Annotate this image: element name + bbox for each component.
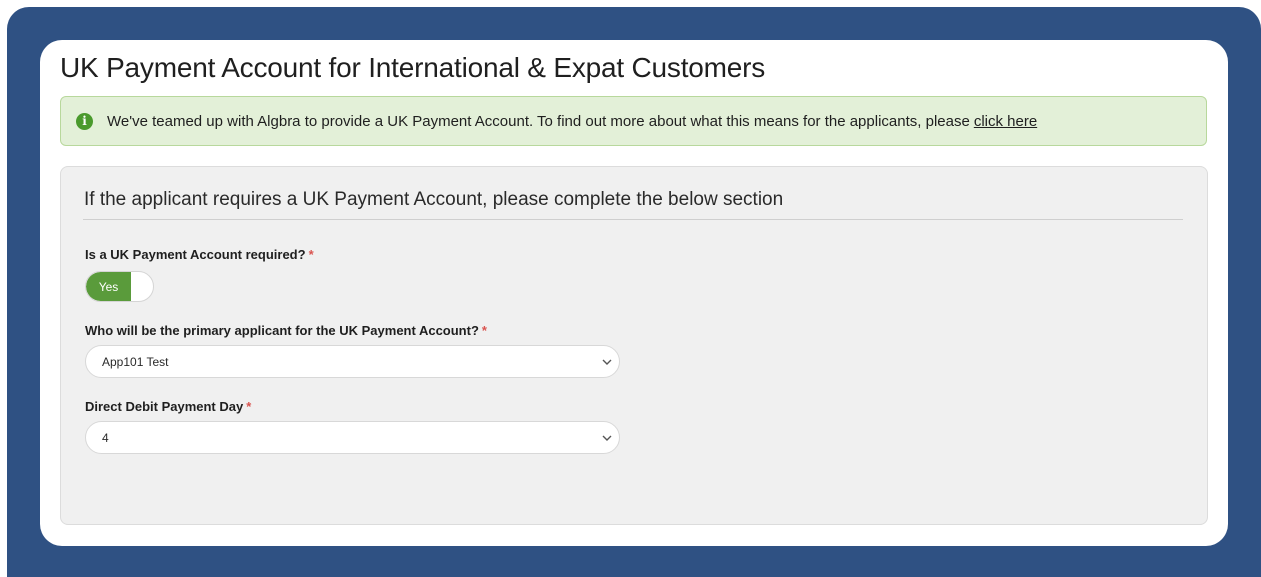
required-marker: * xyxy=(246,399,252,414)
account-required-label-text: Is a UK Payment Account required? xyxy=(85,247,306,262)
page-title: UK Payment Account for International & E… xyxy=(60,52,766,83)
payment-day-label-text: Direct Debit Payment Day xyxy=(85,399,244,414)
chevron-down-icon xyxy=(602,435,612,441)
primary-applicant-label: Who will be the primary applicant for th… xyxy=(85,323,487,338)
required-marker: * xyxy=(481,323,487,338)
click-here-link[interactable]: click here xyxy=(974,113,1037,130)
primary-applicant-value: App101 Test xyxy=(102,354,169,369)
panel-heading: If the applicant requires a UK Payment A… xyxy=(84,189,784,210)
info-notice: i We've teamed up with Algbra to provide… xyxy=(60,96,1207,146)
payment-day-label: Direct Debit Payment Day * xyxy=(85,399,251,414)
info-icon: i xyxy=(76,112,93,130)
account-required-toggle[interactable]: Yes xyxy=(85,271,154,302)
notice-text: We've teamed up with Algbra to provide a… xyxy=(107,112,970,130)
primary-applicant-label-text: Who will be the primary applicant for th… xyxy=(85,323,479,338)
payment-day-value: 4 xyxy=(102,430,109,445)
toggle-yes-label: Yes xyxy=(86,272,131,301)
account-required-label: Is a UK Payment Account required? * xyxy=(85,247,314,262)
primary-applicant-select[interactable]: App101 Test xyxy=(85,345,620,378)
panel-divider xyxy=(83,219,1183,220)
payment-account-panel: If the applicant requires a UK Payment A… xyxy=(60,166,1208,525)
chevron-down-icon xyxy=(602,359,612,365)
required-marker: * xyxy=(308,247,314,262)
payment-day-select[interactable]: 4 xyxy=(85,421,620,454)
